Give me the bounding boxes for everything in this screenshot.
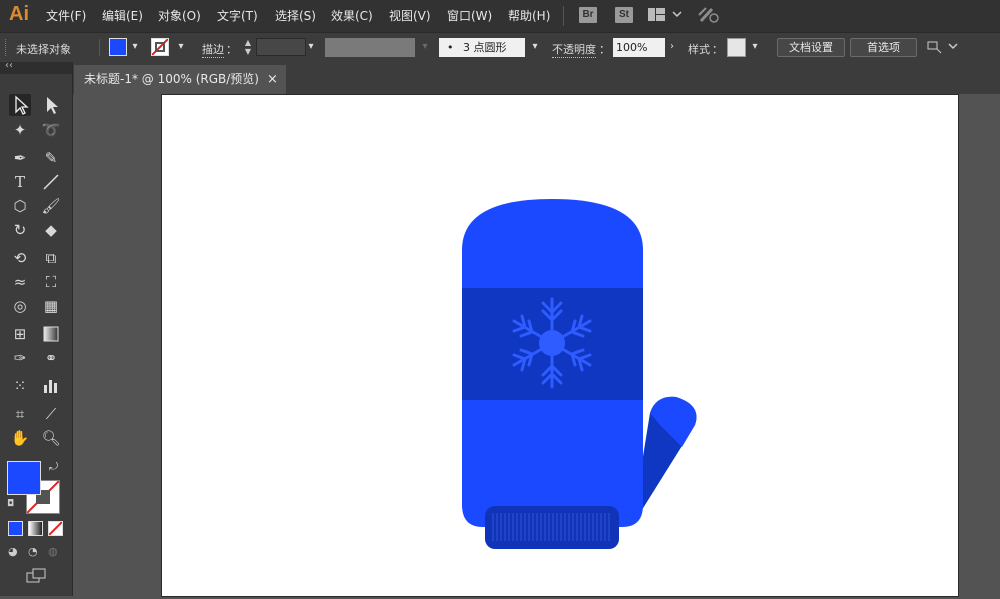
- width-tool-icon[interactable]: ≈: [9, 271, 31, 293]
- graphic-style-swatch[interactable]: [727, 38, 746, 57]
- brush-definition[interactable]: • 3 点圆形: [439, 38, 525, 57]
- menu-view[interactable]: 视图(V): [389, 7, 431, 24]
- stock-icon[interactable]: St: [615, 7, 633, 23]
- fill-color-box[interactable]: [7, 461, 41, 495]
- menu-object[interactable]: 对象(O): [158, 7, 201, 24]
- swap-fill-stroke-icon[interactable]: ⤾: [49, 460, 58, 474]
- gpu-performance-icon[interactable]: [698, 6, 722, 27]
- app-logo: Ai: [9, 3, 29, 25]
- chevron-down-icon: ▾: [422, 41, 428, 52]
- divider: [99, 39, 100, 56]
- color-mode-icon[interactable]: [8, 521, 23, 536]
- stroke-weight-stepper[interactable]: ▲ ▼: [241, 38, 255, 56]
- chevron-down-icon[interactable]: ▾: [748, 39, 762, 55]
- menu-help[interactable]: 帮助(H): [508, 7, 550, 24]
- scale-tool-icon[interactable]: ⧉: [40, 247, 62, 269]
- draw-inside-icon[interactable]: ◍: [48, 545, 58, 558]
- zoom-tool-icon[interactable]: 🔍︎: [40, 427, 62, 449]
- colon: ：: [599, 43, 610, 56]
- free-transform-tool-icon[interactable]: ⛶: [40, 271, 62, 293]
- menu-divider: [563, 6, 564, 26]
- menu-file[interactable]: 文件(F): [46, 7, 86, 24]
- collapse-panel-icon[interactable]: ‹‹: [5, 60, 13, 71]
- gradient-mode-icon[interactable]: [28, 521, 43, 536]
- document-setup-button[interactable]: 文档设置: [777, 38, 845, 57]
- menu-effect[interactable]: 效果(C): [331, 7, 373, 24]
- gradient-tool-icon[interactable]: [40, 323, 62, 345]
- artboard-tool-icon[interactable]: ⌗: [9, 403, 31, 425]
- close-tab-icon[interactable]: ×: [267, 65, 278, 94]
- grip-handle[interactable]: [5, 39, 8, 56]
- style-label: 样式: [688, 43, 710, 56]
- column-graph-tool-icon[interactable]: [40, 375, 62, 397]
- chevron-right-icon[interactable]: ›: [665, 39, 679, 55]
- none-mode-icon[interactable]: [48, 521, 63, 536]
- chevron-down-icon[interactable]: ▾: [174, 39, 188, 55]
- selection-tool-icon[interactable]: [9, 94, 31, 116]
- stroke-label[interactable]: 描边: [202, 41, 224, 58]
- menu-select[interactable]: 选择(S): [275, 7, 316, 24]
- hand-tool-icon[interactable]: ✋: [9, 427, 31, 449]
- workspace-layout-icon[interactable]: [648, 8, 684, 25]
- type-tool-icon[interactable]: T: [9, 171, 31, 193]
- fill-color-swatch[interactable]: [109, 38, 127, 56]
- brush-label: 3 点圆形: [463, 41, 507, 54]
- colon: ：: [226, 43, 237, 56]
- tools-panel-header: ‹‹: [0, 60, 72, 74]
- chevron-down-icon[interactable]: ▾: [304, 39, 318, 55]
- rotate-tool-icon[interactable]: ⟲: [9, 247, 31, 269]
- magic-wand-tool-icon[interactable]: ✦: [9, 119, 31, 141]
- draw-behind-icon[interactable]: ◔: [28, 545, 38, 558]
- polygon-tool-icon[interactable]: ⬡: [9, 195, 31, 217]
- document-tab-bar: 未标题-1* @ 100% (RGB/预览) ×: [73, 62, 1000, 94]
- shaper-tool-icon[interactable]: ↻: [9, 219, 31, 241]
- menu-window[interactable]: 窗口(W): [447, 7, 492, 24]
- chevron-down-icon[interactable]: ▾: [128, 39, 142, 55]
- line-tool-icon[interactable]: [40, 171, 62, 193]
- arrange-documents-icon[interactable]: [927, 39, 959, 58]
- curvature-tool-icon[interactable]: ✎: [40, 147, 62, 169]
- document-tab[interactable]: 未标题-1* @ 100% (RGB/预览) ×: [74, 65, 286, 94]
- screen-mode-icon[interactable]: [26, 568, 48, 587]
- stroke-weight-input[interactable]: [256, 38, 306, 56]
- bridge-icon[interactable]: Br: [579, 7, 597, 23]
- mitten-thumb: [640, 396, 697, 513]
- selection-status: 未选择对象: [16, 43, 71, 56]
- symbol-sprayer-tool-icon[interactable]: ⁙: [9, 375, 31, 397]
- blend-tool-icon[interactable]: ⚭: [40, 347, 62, 369]
- stroke-color-swatch[interactable]: [151, 38, 169, 56]
- menu-type[interactable]: 文字(T): [217, 7, 258, 24]
- tools-panel: ‹‹ ✦ ➰ ✒ ✎ T ⬡ 🖌 ↻ ◆ ⟲ ⧉ ≈ ⛶ ◎ ▦ ⊞ ✑ ⚭ ⁙…: [0, 60, 73, 596]
- control-bar: 未选择对象 ▾ ▾ 描边 ： ▲ ▼ ▾ ▾ • 3 点圆形 ▾ 不透明度 ： 1…: [0, 32, 1000, 63]
- direct-selection-tool-icon[interactable]: [40, 94, 62, 116]
- variable-width-profile[interactable]: [325, 38, 415, 57]
- paintbrush-tool-icon[interactable]: 🖌: [40, 195, 62, 217]
- shape-builder-tool-icon[interactable]: ◎: [9, 295, 31, 317]
- pen-tool-icon[interactable]: ✒: [9, 147, 31, 169]
- opacity-input[interactable]: 100%: [613, 38, 665, 57]
- menu-bar: Ai 文件(F) 编辑(E) 对象(O) 文字(T) 选择(S) 效果(C) 视…: [0, 0, 1000, 32]
- eraser-tool-icon[interactable]: ◆: [40, 219, 62, 241]
- eyedropper-tool-icon[interactable]: ✑: [9, 347, 31, 369]
- slice-tool-icon[interactable]: ⟋: [40, 403, 62, 425]
- mitten-illustration: [462, 199, 697, 549]
- lasso-tool-icon[interactable]: ➰: [40, 119, 62, 141]
- default-fill-stroke-icon[interactable]: ◘: [7, 499, 14, 509]
- mesh-tool-icon[interactable]: ⊞: [9, 323, 31, 345]
- opacity-label[interactable]: 不透明度: [552, 41, 596, 58]
- brush-dot: •: [447, 41, 454, 54]
- perspective-grid-tool-icon[interactable]: ▦: [40, 295, 62, 317]
- menu-edit[interactable]: 编辑(E): [102, 7, 143, 24]
- artboard[interactable]: [161, 94, 959, 597]
- document-tab-title: 未标题-1* @ 100% (RGB/预览): [84, 72, 259, 86]
- draw-normal-icon[interactable]: ◕: [8, 545, 18, 558]
- mitten-cuff: [485, 506, 619, 549]
- preferences-button[interactable]: 首选项: [850, 38, 917, 57]
- chevron-down-icon[interactable]: ▾: [528, 39, 542, 55]
- colon: ：: [712, 43, 723, 56]
